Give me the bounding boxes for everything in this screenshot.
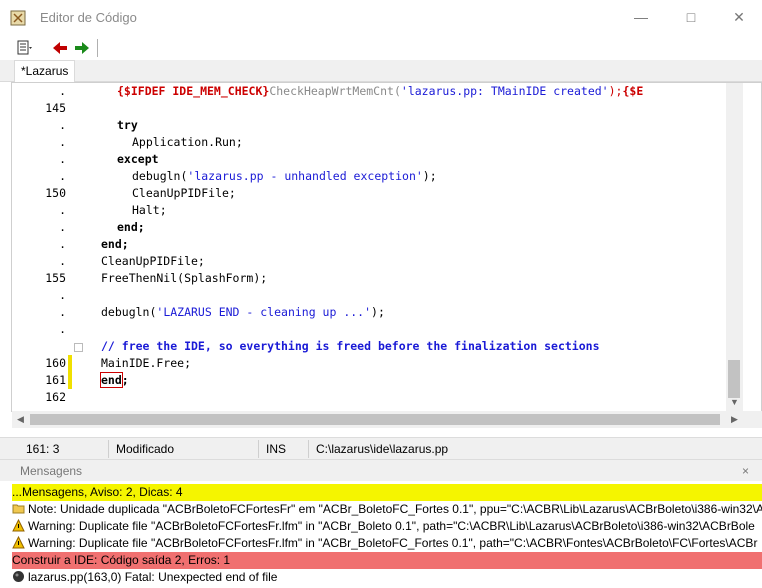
fold-marker-icon[interactable] <box>74 343 83 352</box>
line-number: 145 <box>45 101 66 115</box>
modified-line-marker <box>68 372 72 389</box>
messages-title: Mensagens <box>20 464 83 478</box>
matching-end-keyword: end <box>100 372 123 388</box>
line-number: . <box>59 152 66 166</box>
note-folder-icon <box>12 504 25 514</box>
line-number: 161 <box>45 373 66 387</box>
status-separator <box>108 440 109 458</box>
back-arrow-icon[interactable] <box>50 38 70 58</box>
maximize-button[interactable]: □ <box>676 6 706 28</box>
line-number: . <box>59 220 66 234</box>
file-list-icon[interactable] <box>14 38 34 58</box>
messages-header: Mensagens × <box>0 459 762 481</box>
lazarus-app-icon <box>10 10 26 26</box>
messages-list[interactable]: ...Mensagens, Aviso: 2, Dicas: 4 Note: U… <box>12 484 762 588</box>
line-number: . <box>59 305 66 319</box>
code-line: end; <box>100 372 129 388</box>
cursor-position: 161: 3 <box>26 442 60 456</box>
message-summary-row[interactable]: ...Mensagens, Aviso: 2, Dicas: 4 <box>12 484 762 501</box>
code-line: end; <box>117 220 145 234</box>
file-path: C:\lazarus\ide\lazarus.pp <box>316 442 449 456</box>
scroll-right-arrow-icon[interactable]: ▶ <box>726 411 743 428</box>
tab-lazarus[interactable]: *Lazarus <box>14 60 76 82</box>
toolbar-separator <box>97 39 98 57</box>
code-line: // free the IDE, so everything is freed … <box>101 339 600 353</box>
warning-icon <box>12 536 25 549</box>
scroll-left-arrow-icon[interactable]: ◀ <box>12 411 29 428</box>
line-number: . <box>59 84 66 98</box>
line-number: 150 <box>45 186 66 200</box>
line-number: . <box>59 254 66 268</box>
code-line: end; <box>101 237 129 251</box>
forward-arrow-icon[interactable] <box>72 38 92 58</box>
code-line: except <box>117 152 159 166</box>
horizontal-scroll-thumb[interactable] <box>30 414 720 425</box>
line-number: . <box>59 203 66 217</box>
status-separator <box>258 440 259 458</box>
line-number: . <box>59 169 66 183</box>
modified-line-marker <box>68 355 72 372</box>
code-line: {$IFDEF IDE_MEM_CHECK}CheckHeapWrtMemCnt… <box>117 84 644 98</box>
line-number: 162 <box>45 390 66 404</box>
modified-status: Modificado <box>116 442 175 456</box>
title-bar: Editor de Código — □ ✕ <box>0 0 762 36</box>
tab-strip: *Lazarus <box>0 60 762 82</box>
code-line: Halt; <box>132 203 167 217</box>
fatal-error-icon <box>13 571 24 582</box>
message-warning-row[interactable]: Warning: Duplicate file "ACBrBoletoFCFor… <box>12 535 762 552</box>
line-number: 160 <box>45 356 66 370</box>
insert-mode: INS <box>266 442 287 456</box>
messages-close-icon[interactable]: × <box>742 464 749 478</box>
message-error-summary-row[interactable]: Construir a IDE: Código saída 2, Erros: … <box>12 552 762 569</box>
code-line: try <box>117 118 138 132</box>
code-line: CleanUpPIDFile; <box>132 186 236 200</box>
line-number: . <box>59 288 66 302</box>
line-number: . <box>59 322 66 336</box>
scroll-down-arrow-icon[interactable]: ▼ <box>726 394 743 411</box>
code-editor[interactable]: {$IFDEF IDE_MEM_CHECK}CheckHeapWrtMemCnt… <box>86 83 726 411</box>
vertical-scroll-thumb[interactable] <box>728 360 740 398</box>
message-note-row[interactable]: Note: Unidade duplicada "ACBrBoletoFCFor… <box>12 501 762 518</box>
window-title: Editor de Código <box>40 10 137 25</box>
code-line: debugln('LAZARUS END - cleaning up ...')… <box>101 305 385 319</box>
code-line: debugln('lazarus.pp - unhandled exceptio… <box>132 169 437 183</box>
line-number: . <box>59 237 66 251</box>
message-fatal-row[interactable]: lazarus.pp(163,0) Fatal: Unexpected end … <box>12 569 762 586</box>
warning-icon <box>12 519 25 532</box>
toolbar <box>0 36 762 60</box>
code-line: MainIDE.Free; <box>101 356 192 370</box>
status-separator <box>308 440 309 458</box>
code-line: FreeThenNil(SplashForm); <box>101 271 268 285</box>
message-warning-row[interactable]: Warning: Duplicate file "ACBrBoletoFCFor… <box>12 518 762 535</box>
line-number: 155 <box>45 271 66 285</box>
minimize-button[interactable]: — <box>626 6 656 28</box>
code-line: Application.Run; <box>132 135 243 149</box>
editor-gutter: . 145 . . . . 150 . . . . 155 . . . 160 … <box>12 83 74 411</box>
code-line: CleanUpPIDFile; <box>101 254 205 268</box>
close-button[interactable]: ✕ <box>724 6 754 28</box>
line-number: . <box>59 118 66 132</box>
line-number: . <box>59 135 66 149</box>
status-bar: 161: 3 Modificado INS C:\lazarus\ide\laz… <box>0 437 762 459</box>
